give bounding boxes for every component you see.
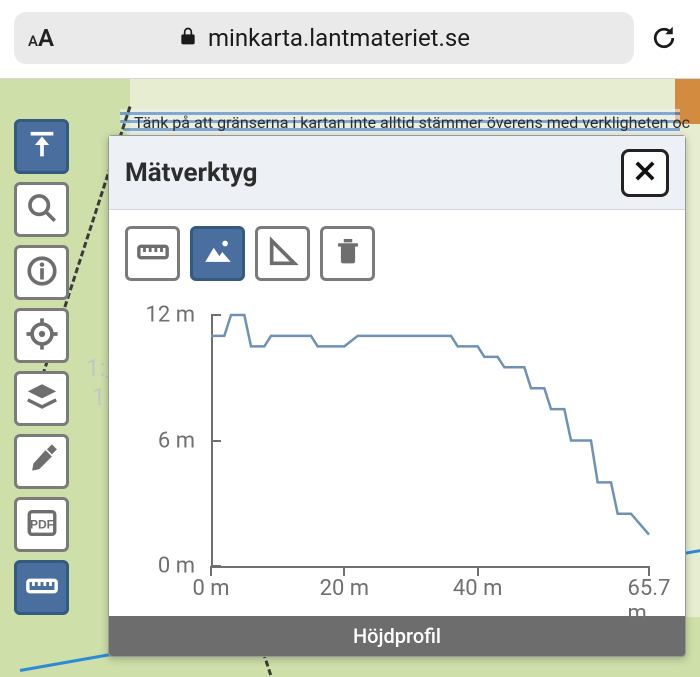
lock-icon xyxy=(178,24,198,52)
clear-button[interactable] xyxy=(320,226,375,281)
crosshair-icon xyxy=(25,317,59,355)
svg-text:PDF: PDF xyxy=(29,517,53,531)
refresh-button[interactable] xyxy=(642,16,686,60)
mountains-icon xyxy=(201,235,235,273)
pdf-export-button[interactable]: PDF xyxy=(14,497,69,552)
ruler-icon xyxy=(25,569,59,607)
measure-distance-button[interactable] xyxy=(125,226,180,281)
measure-tool-button[interactable] xyxy=(14,560,69,615)
layers-icon xyxy=(25,380,59,418)
triangle-icon xyxy=(266,235,300,273)
elevation-profile-button[interactable] xyxy=(190,226,245,281)
trash-icon xyxy=(331,235,365,273)
panel-tool-row xyxy=(109,210,685,287)
close-icon xyxy=(631,157,659,189)
info-icon xyxy=(25,254,59,292)
panel-title: Mätverktyg xyxy=(125,158,258,188)
brush-icon xyxy=(25,443,59,481)
search-icon xyxy=(25,191,59,229)
url-field[interactable]: AA minkarta.lantmateriet.se xyxy=(14,12,634,64)
browser-url-bar: AA minkarta.lantmateriet.se xyxy=(0,0,700,76)
draw-button[interactable] xyxy=(14,434,69,489)
locate-button[interactable] xyxy=(14,308,69,363)
pdf-icon: PDF xyxy=(25,506,59,544)
layers-button[interactable] xyxy=(14,371,69,426)
measure-panel: Mätverktyg xyxy=(108,135,686,657)
chart-line-svg xyxy=(133,297,661,610)
text-size-control[interactable]: AA xyxy=(28,24,54,52)
left-toolbar: PDF xyxy=(14,119,69,615)
search-button[interactable] xyxy=(14,182,69,237)
map-disclaimer-text: Tänk på att gränserna i kartan inte allt… xyxy=(134,113,690,132)
info-button[interactable] xyxy=(14,245,69,300)
panel-toggle-button[interactable] xyxy=(14,119,69,174)
url-domain: minkarta.lantmateriet.se xyxy=(208,24,470,52)
panel-footer-label: Höjdprofil xyxy=(109,616,685,656)
arrow-up-bar-icon xyxy=(25,128,59,166)
measure-area-button[interactable] xyxy=(255,226,310,281)
map-canvas[interactable]: Tänk på att gränserna i kartan inte allt… xyxy=(0,78,700,677)
close-button[interactable] xyxy=(621,149,669,197)
panel-header: Mätverktyg xyxy=(109,136,685,210)
elevation-chart: 0 m6 m12 m0 m20 m40 m65.7 m xyxy=(109,287,685,616)
ruler-icon xyxy=(136,235,170,273)
